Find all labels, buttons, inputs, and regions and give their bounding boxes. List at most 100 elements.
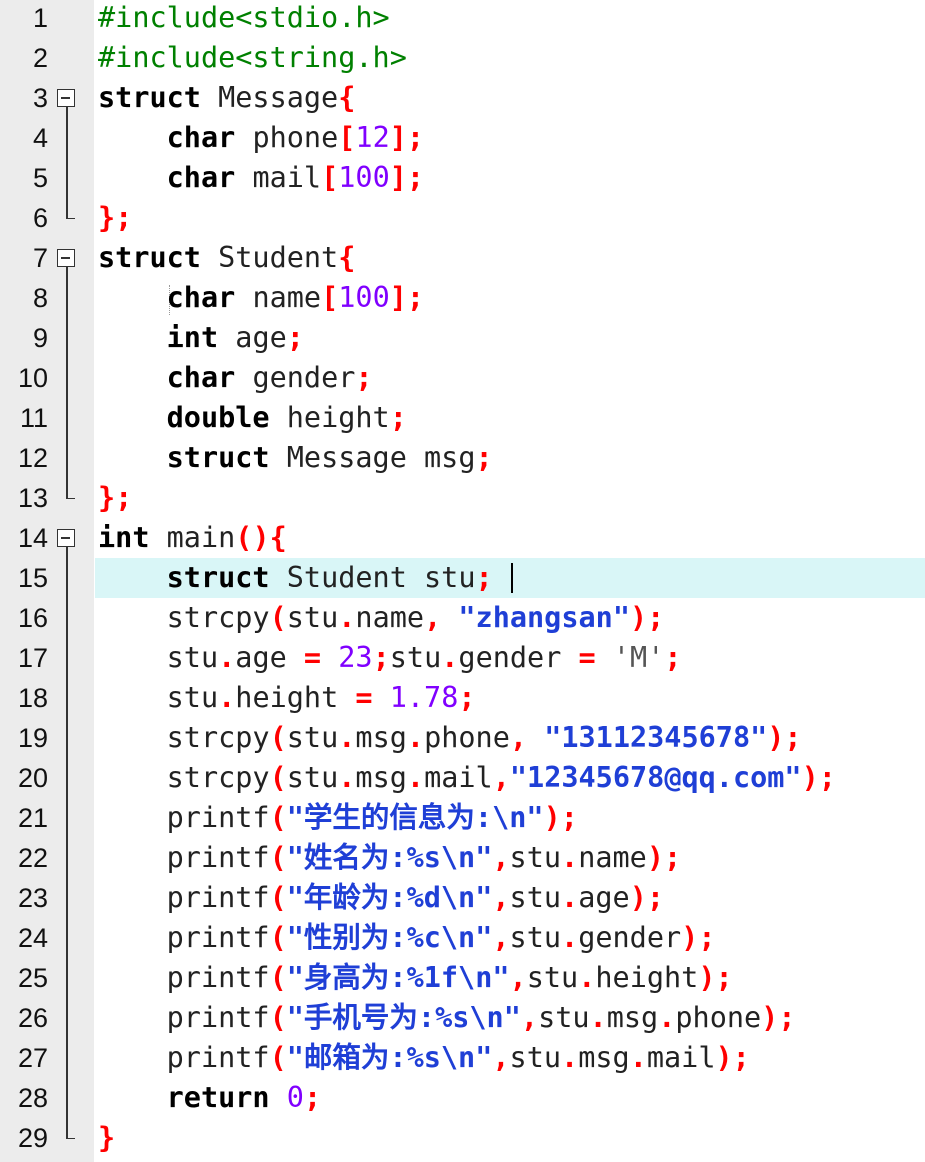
code-line[interactable]: #include<string.h> [98, 38, 407, 78]
code-line[interactable]: int main(){ [98, 518, 287, 558]
code-token: name [355, 601, 425, 634]
code-token: 23 [338, 641, 373, 674]
code-line[interactable]: struct Student{ [98, 238, 355, 278]
line-number: 7 [32, 243, 48, 273]
code-token: ); [681, 921, 716, 954]
line-number: 2 [32, 43, 48, 73]
code-token: mail [424, 761, 493, 794]
code-token: mail [646, 1041, 716, 1074]
code-token: stu [509, 1041, 562, 1074]
code-token: }; [98, 201, 133, 234]
code-token: . [561, 1041, 579, 1074]
code-line[interactable]: printf("性别为:%c\n",stu.gender); [98, 918, 716, 958]
code-token: "邮箱为:%s\n" [286, 1041, 493, 1074]
code-line[interactable]: printf("姓名为:%s\n",stu.name); [98, 838, 682, 878]
code-token: gender [578, 921, 682, 954]
code-line[interactable]: int age; [98, 318, 304, 358]
code-line[interactable]: strcpy(stu.msg.phone, "13112345678"); [98, 718, 802, 758]
code-token: char [166, 281, 236, 314]
code-line[interactable]: char mail[100]; [98, 158, 424, 198]
line-number: 28 [17, 1083, 48, 1113]
code-line[interactable]: } [98, 1118, 115, 1158]
code-line[interactable]: strcpy(stu.msg.mail,"12345678@qq.com"); [98, 758, 836, 798]
line-number: 13 [17, 483, 48, 513]
code-token: }; [98, 481, 133, 514]
code-line[interactable]: char phone[12]; [98, 118, 424, 158]
code-line[interactable]: double height; [98, 398, 407, 438]
code-token: Student [200, 241, 339, 274]
code-token: ; [355, 361, 373, 394]
code-line[interactable]: struct Message msg; [98, 438, 493, 478]
code-line[interactable]: #include<stdio.h> [98, 0, 390, 38]
text-caret [511, 563, 513, 593]
code-token: "性别为:%c\n" [286, 921, 493, 954]
code-token: phone [424, 721, 510, 754]
fold-collapse-icon[interactable] [57, 249, 75, 267]
code-token: gender [458, 641, 579, 674]
fold-collapse-icon[interactable] [57, 529, 75, 547]
code-token: } [98, 1121, 116, 1154]
fold-collapse-icon[interactable] [57, 89, 75, 107]
code-line[interactable]: char name[100]; [98, 278, 424, 318]
code-line[interactable]: struct Message{ [98, 78, 355, 118]
code-line[interactable]: printf("学生的信息为:\n"); [98, 798, 578, 838]
code-token: ( [269, 1001, 287, 1034]
code-token: struct [98, 241, 201, 274]
code-token: ; [286, 321, 304, 354]
code-token: strcpy [98, 761, 270, 794]
code-token: . [658, 1001, 676, 1034]
code-token: . [338, 721, 356, 754]
code-token: ]; [389, 121, 425, 154]
line-number: 21 [17, 803, 48, 833]
code-token: phone [675, 1001, 762, 1034]
code-line[interactable]: }; [98, 198, 132, 238]
line-number: 25 [17, 963, 48, 993]
code-token: [ [321, 161, 339, 194]
code-line[interactable]: struct Student stu; [98, 558, 493, 598]
code-token: . [338, 601, 356, 634]
code-token: #include<string.h> [98, 41, 407, 74]
code-token: ( [269, 601, 287, 634]
line-number-gutter: 1 2 3 4 5 6 7 8 9 10 11 12 13 14 15 16 17 18 19 20 21 22 23 24 2… [0, 0, 94, 1162]
code-token: Message [200, 81, 339, 114]
code-token: . [561, 841, 579, 874]
code-token: 0 [286, 1081, 304, 1114]
code-token: phone [235, 121, 339, 154]
code-token: ; [475, 441, 493, 474]
line-number: 11 [19, 403, 48, 433]
code-line[interactable]: stu.height = 1.78; [98, 678, 476, 718]
code-token: stu [509, 921, 562, 954]
code-token: char [166, 121, 236, 154]
code-editor[interactable]: 1 2 3 4 5 6 7 8 9 10 11 12 13 14 15 16 17 18 19 20 21 22 23 24 2… [0, 0, 925, 1162]
code-line[interactable]: printf("邮箱为:%s\n",stu.msg.mail); [98, 1038, 750, 1078]
code-token: 12 [355, 121, 390, 154]
code-token: 1.78 [389, 681, 459, 714]
code-token: #include<stdio.h> [98, 1, 390, 34]
line-number: 14 [17, 523, 48, 553]
code-token: printf [98, 961, 270, 994]
code-line[interactable]: strcpy(stu.name, "zhangsan"); [98, 598, 665, 638]
code-token: = [578, 641, 596, 674]
code-line[interactable]: return 0; [98, 1078, 321, 1118]
line-number: 6 [32, 203, 48, 233]
line-number: 22 [17, 843, 48, 873]
code-line[interactable]: printf("年龄为:%d\n",stu.age); [98, 878, 664, 918]
code-token: . [589, 1001, 607, 1034]
code-token: stu [538, 1001, 590, 1034]
fold-end-marker [66, 1129, 75, 1139]
code-token: "年龄为:%d\n" [286, 881, 493, 914]
code-line[interactable]: printf("手机号为:%s\n",stu.msg.phone); [98, 998, 796, 1038]
code-token: Message msg [269, 441, 476, 474]
code-line[interactable]: stu.age = 23;stu.gender = 'M'; [98, 638, 682, 678]
code-line[interactable]: printf("身高为:%1f\n",stu.height); [98, 958, 733, 998]
code-token: . [338, 761, 356, 794]
code-line[interactable]: }; [98, 478, 132, 518]
code-token: name [578, 841, 647, 874]
code-token: int [166, 321, 219, 354]
code-line[interactable]: char gender; [98, 358, 373, 398]
